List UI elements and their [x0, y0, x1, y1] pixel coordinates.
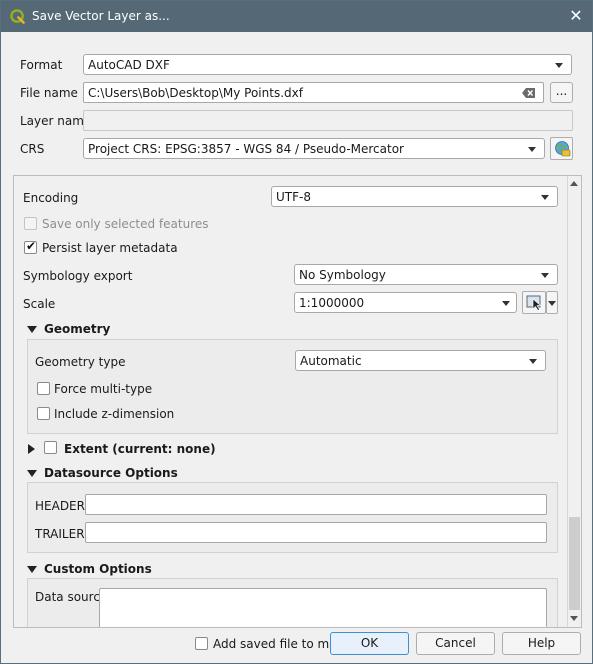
clear-field-icon[interactable]	[522, 87, 536, 99]
collapse-arrow-icon[interactable]	[27, 326, 37, 333]
chevron-down-icon	[548, 301, 556, 306]
custom-section-title[interactable]: Custom Options	[44, 562, 152, 576]
header-input[interactable]	[85, 494, 547, 515]
crs-combo[interactable]: Project CRS: EPSG:3857 - WGS 84 / Pseudo…	[83, 138, 545, 159]
include-z-checkbox[interactable]	[37, 407, 50, 420]
scroll-down-icon[interactable]	[570, 616, 578, 621]
chevron-down-icon	[529, 359, 537, 364]
crs-value: Project CRS: EPSG:3857 - WGS 84 / Pseudo…	[88, 142, 404, 156]
geometry-type-combo[interactable]: Automatic	[295, 350, 546, 371]
geometry-type-value: Automatic	[300, 354, 362, 368]
encoding-combo[interactable]: UTF-8	[271, 186, 558, 207]
symbology-export-combo[interactable]: No Symbology	[294, 264, 558, 285]
geometry-section-title[interactable]: Geometry	[44, 322, 110, 336]
map-canvas-scale-button[interactable]	[522, 291, 546, 314]
ok-button[interactable]: OK	[330, 632, 409, 655]
vertical-scrollbar[interactable]	[567, 176, 581, 627]
browse-file-button[interactable]: ...	[550, 82, 573, 103]
checkmark-icon: ✔	[26, 239, 37, 253]
help-button[interactable]: Help	[502, 632, 581, 655]
options-scroll-area[interactable]: Encoding UTF-8 Save only selected featur…	[13, 175, 582, 628]
extent-checkbox[interactable]	[44, 441, 57, 454]
scale-menu-button[interactable]	[546, 291, 558, 314]
save-selected-checkbox[interactable]	[24, 217, 37, 230]
qgis-app-icon	[10, 9, 25, 24]
crs-label: CRS	[20, 142, 45, 156]
collapse-arrow-icon[interactable]	[27, 470, 37, 477]
save-vector-layer-dialog: Save Vector Layer as... ✕ Format AutoCAD…	[0, 0, 593, 664]
file-name-input[interactable]: C:\Users\Bob\Desktop\My Points.dxf	[83, 82, 544, 103]
extent-section-title[interactable]: Extent (current: none)	[64, 442, 216, 456]
encoding-value: UTF-8	[276, 190, 311, 204]
include-z-label: Include z-dimension	[54, 407, 175, 421]
collapse-arrow-icon[interactable]	[27, 566, 37, 573]
encoding-label: Encoding	[23, 191, 79, 205]
geometry-group: Geometry type Automatic Force multi-type…	[27, 339, 558, 434]
trailer-label: TRAILER	[35, 527, 85, 541]
force-multi-checkbox[interactable]	[37, 382, 50, 395]
datasource-group: HEADER TRAILER	[27, 482, 558, 553]
layer-name-input[interactable]	[83, 110, 573, 131]
format-value: AutoCAD DXF	[88, 58, 170, 72]
map-canvas-scale-icon	[526, 295, 542, 311]
crs-selector-icon	[555, 141, 571, 157]
file-name-value: C:\Users\Bob\Desktop\My Points.dxf	[88, 86, 303, 100]
persist-metadata-checkbox[interactable]: ✔	[24, 239, 37, 254]
trailer-input[interactable]	[85, 522, 547, 543]
add-saved-label: Add saved file to map	[213, 637, 345, 651]
file-name-label: File name	[20, 86, 78, 100]
scrollbar-thumb[interactable]	[569, 517, 580, 610]
geometry-type-label: Geometry type	[35, 355, 126, 369]
custom-group: Data source	[27, 578, 558, 627]
save-selected-label: Save only selected features	[42, 217, 209, 231]
chevron-down-icon	[541, 195, 549, 200]
crs-selector-button[interactable]	[550, 137, 573, 160]
options-content: Encoding UTF-8 Save only selected featur…	[14, 176, 567, 627]
chevron-down-icon	[555, 63, 563, 68]
expand-arrow-icon[interactable]	[28, 444, 35, 454]
format-label: Format	[20, 58, 63, 72]
cancel-button[interactable]: Cancel	[416, 632, 495, 655]
data-source-label: Data source	[35, 590, 108, 604]
close-icon[interactable]: ✕	[564, 5, 588, 27]
chevron-down-icon	[502, 301, 510, 306]
title-bar[interactable]: Save Vector Layer as... ✕	[1, 1, 592, 32]
symbology-export-value: No Symbology	[299, 268, 386, 282]
datasource-section-title[interactable]: Datasource Options	[44, 466, 178, 480]
scale-value: 1:1000000	[299, 296, 365, 310]
add-saved-checkbox[interactable]	[195, 637, 208, 650]
scale-label: Scale	[23, 297, 56, 311]
persist-metadata-label: Persist layer metadata	[42, 241, 178, 255]
data-source-input[interactable]	[99, 588, 547, 627]
scale-combo[interactable]: 1:1000000	[294, 292, 517, 313]
window-title: Save Vector Layer as...	[32, 9, 170, 23]
scroll-up-icon[interactable]	[570, 181, 578, 186]
chevron-down-icon	[541, 273, 549, 278]
header-label: HEADER	[35, 499, 85, 513]
force-multi-label: Force multi-type	[54, 382, 153, 396]
format-combo[interactable]: AutoCAD DXF	[83, 54, 572, 75]
layer-name-label: Layer name	[20, 114, 92, 128]
chevron-down-icon	[528, 147, 536, 152]
symbology-export-label: Symbology export	[23, 269, 133, 283]
